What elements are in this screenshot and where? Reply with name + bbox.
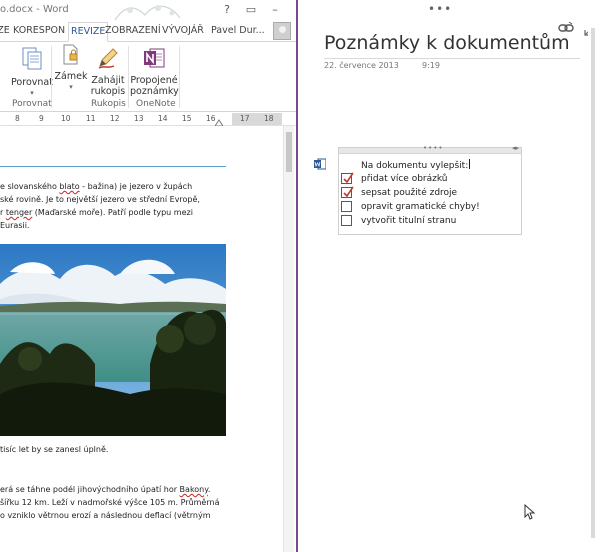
linked-notes-label-1: Propojené — [130, 75, 178, 86]
lock-document-icon — [63, 44, 78, 65]
indent-marker-icon[interactable] — [215, 118, 223, 126]
onenote-docked-pane: ••• Poznámky k dokumentům 22. července 2… — [298, 0, 600, 552]
start-inking-label-1: Zahájit — [91, 75, 125, 86]
tab-vyvojar[interactable]: VÝVOJÁŘ — [162, 25, 204, 36]
tab-zobrazeni[interactable]: ZOBRAZENÍ — [105, 25, 161, 36]
tab-korespondence[interactable]: KORESPON — [13, 25, 65, 36]
todo-text: opravit gramatické chyby! — [361, 201, 480, 212]
note-heading[interactable]: Na dokumentu vylepšit: — [361, 159, 471, 171]
vertical-scrollbar[interactable] — [283, 126, 294, 552]
ruler-number: 14 — [158, 114, 168, 123]
ruler-number: 10 — [61, 114, 71, 123]
tab-revize[interactable]: REVIZE — [68, 22, 109, 42]
pane-scrollbar-thumb[interactable] — [591, 28, 595, 538]
lock-dropdown-icon: ▾ — [69, 83, 73, 91]
minimize-button[interactable]: – — [268, 3, 282, 16]
note-container[interactable]: •••• ◂▸ Na dokumentu vylepšit: přidat ví… — [338, 144, 522, 235]
misspelled-word: Bakony — [179, 485, 208, 494]
word-link-icon[interactable] — [314, 158, 326, 170]
document-page[interactable]: e slovanského blato - bažina) je jezero … — [0, 126, 296, 552]
note-resize-icon[interactable]: ◂▸ — [512, 144, 519, 152]
start-inking-label-2: rukopis — [90, 86, 126, 97]
onenote-icon — [144, 48, 165, 68]
todo-text: vytvořit titulní stranu — [361, 215, 457, 226]
page-title[interactable]: Poznámky k dokumentům — [324, 32, 570, 54]
todo-text: sepsat použité zdroje — [361, 187, 458, 198]
tab-previous[interactable]: EVIZE — [0, 25, 10, 36]
todo-item[interactable]: přidat více obrázků — [341, 172, 448, 184]
unchecked-checkbox[interactable] — [341, 201, 352, 212]
ruler-number: 13 — [134, 114, 144, 123]
group-label-onenote: OneNote — [136, 99, 176, 109]
note-grip-dots: •••• — [423, 144, 444, 152]
compare-label: Porovnat — [11, 77, 53, 88]
linked-notes-label-2: poznámky — [130, 86, 179, 97]
ruler-number: 17 — [240, 114, 250, 123]
lock-button[interactable]: Zámek ▾ — [54, 44, 88, 93]
ruler-number: 15 — [182, 114, 192, 123]
word-title-bar: o.docx - Word ? ▭ – — [0, 0, 296, 22]
title-bar-foliage-decoration — [114, 5, 181, 21]
group-label-ink: Rukopis — [91, 99, 126, 109]
misspelled-word: tenger — [5, 208, 33, 217]
avatar[interactable] — [273, 22, 291, 40]
word-document-title: o.docx - Word — [0, 4, 69, 15]
word-window: o.docx - Word ? ▭ – EVIZE KORESPON REVIZ… — [0, 0, 296, 552]
todo-text: přidat více obrázků — [361, 173, 448, 184]
checked-checkbox[interactable] — [341, 172, 354, 184]
ribbon: Porovnat ▾ Zámek ▾ Zahájit rukopis Propo… — [0, 42, 296, 112]
lake-photo[interactable] — [0, 244, 226, 436]
page-title-underline — [324, 58, 580, 59]
paragraph-line: tisíc let by se zanesl úplně. — [0, 445, 109, 454]
paragraph-line: Eurasii. — [0, 221, 30, 230]
text-caret — [469, 159, 471, 169]
account-name[interactable]: Pavel Dur... — [211, 25, 265, 36]
lock-label: Zámek — [54, 71, 88, 82]
heading-underline — [0, 166, 226, 167]
linked-notes-button[interactable]: Propojené poznámky — [130, 46, 179, 97]
paragraph-line: šířku 12 km. Leží v nadmořské výšce 105 … — [0, 498, 220, 507]
pen-icon — [98, 48, 118, 69]
pane-grip-dots[interactable]: ••• — [428, 2, 452, 16]
ruler-number: 8 — [15, 114, 20, 123]
group-label-compare: Porovnat — [12, 99, 52, 109]
ribbon-tabs: EVIZE KORESPON REVIZE ZOBRAZENÍ VÝVOJÁŘ … — [0, 22, 296, 42]
ruler-number: 11 — [86, 114, 96, 123]
pane-scrollbar[interactable] — [588, 0, 598, 552]
todo-item[interactable]: sepsat použité zdroje — [341, 186, 458, 198]
misspelled-word: blato — [59, 182, 80, 191]
paragraph-line: o vzniklo větrnou erozí a následnou defl… — [0, 511, 211, 520]
mouse-pointer-icon — [524, 504, 536, 520]
ribbon-separator — [179, 46, 180, 108]
page-time: 9:19 — [422, 61, 440, 70]
ruler-number: 18 — [264, 114, 274, 123]
ribbon-display-button[interactable]: ▭ — [244, 3, 258, 16]
compare-dropdown-icon: ▾ — [30, 89, 34, 97]
scrollbar-thumb[interactable] — [286, 132, 292, 172]
checked-checkbox[interactable] — [341, 186, 354, 198]
unchecked-checkbox[interactable] — [341, 215, 352, 226]
todo-item[interactable]: vytvořit titulní stranu — [341, 215, 456, 226]
compare-icon — [22, 47, 42, 70]
todo-item[interactable]: opravit gramatické chyby! — [341, 201, 480, 212]
start-inking-button[interactable]: Zahájit rukopis — [88, 46, 128, 97]
page-date: 22. července 2013 — [324, 61, 399, 70]
ruler-number: 12 — [110, 114, 120, 123]
paragraph-line: erá se táhne podél jihovýchodního úpatí … — [0, 485, 211, 494]
lake-photo-image — [0, 244, 226, 436]
ribbon-separator — [128, 46, 129, 108]
screen: o.docx - Word ? ▭ – EVIZE KORESPON REVIZ… — [0, 0, 600, 552]
help-button[interactable]: ? — [220, 3, 234, 16]
note-container-grip[interactable]: •••• ◂▸ — [339, 144, 521, 154]
horizontal-ruler[interactable]: 8 9 10 11 12 13 14 15 16 17 18 — [0, 112, 296, 126]
paragraph-line: e slovanského blato - bažina) je jezero … — [0, 182, 193, 191]
paragraph-line: ské rovině. Je to největší jezero ve stř… — [0, 195, 200, 204]
compare-button[interactable]: Porovnat ▾ — [8, 46, 56, 99]
ruler-number: 9 — [39, 114, 44, 123]
paragraph-line: r tenger (Maďarské moře). Patří podle ty… — [0, 208, 193, 217]
